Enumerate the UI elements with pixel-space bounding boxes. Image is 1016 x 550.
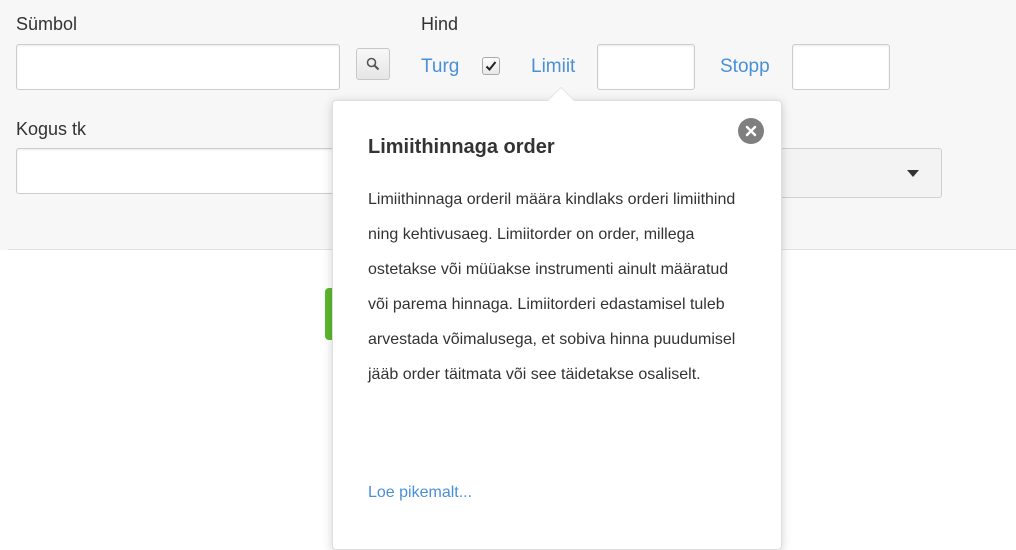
read-more-link[interactable]: Loe pikemalt... — [368, 482, 472, 504]
caret-down-icon — [907, 170, 919, 177]
popover-title: Limiithinnaga order — [368, 136, 555, 158]
close-icon — [745, 125, 757, 137]
market-link[interactable]: Turg — [421, 55, 459, 79]
checkmark-icon — [485, 61, 497, 71]
limit-price-input[interactable] — [597, 44, 695, 90]
popover-arrow — [548, 88, 574, 101]
close-popover-button[interactable] — [738, 118, 764, 144]
search-button[interactable] — [356, 48, 390, 80]
symbol-label: Sümbol — [16, 14, 78, 34]
quantity-input[interactable] — [16, 148, 340, 194]
price-label: Hind — [421, 14, 459, 34]
quantity-label: Kogus tk — [16, 119, 87, 139]
popover-body: Limiithinnaga orderil määra kindlaks ord… — [368, 191, 736, 383]
stop-price-input[interactable] — [792, 44, 890, 90]
stop-link[interactable]: Stopp — [720, 55, 770, 79]
limit-link[interactable]: Limiit — [531, 55, 575, 79]
search-icon — [366, 57, 380, 71]
symbol-input[interactable] — [16, 44, 340, 90]
market-checkbox[interactable] — [482, 57, 500, 75]
